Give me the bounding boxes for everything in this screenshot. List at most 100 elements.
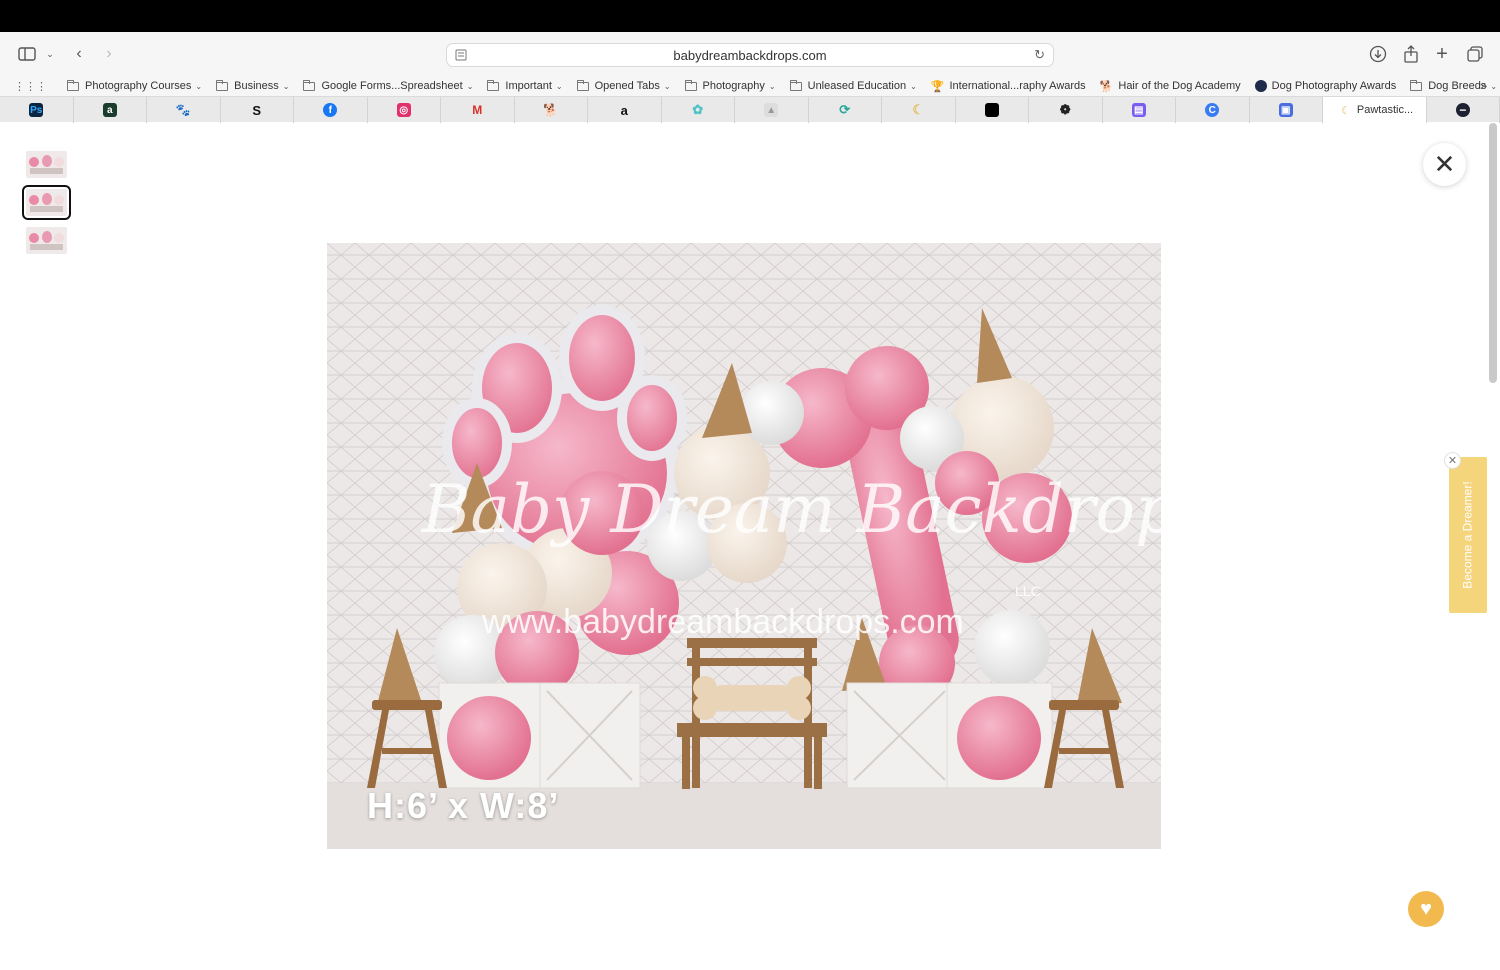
bookmark-unleased-education[interactable]: Unleased Education ⌄ (789, 79, 917, 92)
tab-dog[interactable]: 🐕 (515, 97, 588, 123)
url-text: babydreambackdrops.com (673, 47, 827, 63)
tab-image[interactable]: ▲ (735, 97, 809, 123)
bookmark-photography[interactable]: Photography ⌄ (684, 79, 776, 92)
tab-black-square[interactable] (956, 97, 1029, 123)
bookmark-international-awards[interactable]: 🏆 International...raphy Awards (931, 80, 1086, 93)
s-logo-icon: S (252, 102, 262, 118)
moon-icon: ☾ (912, 102, 925, 117)
instagram-icon: ◎ (396, 103, 411, 117)
tab-label: Pawtastic... (1356, 104, 1414, 116)
thumbnail-2[interactable] (22, 185, 71, 220)
chevron-down-icon: ⌄ (195, 81, 203, 91)
awards-logo-icon (1254, 80, 1267, 92)
forward-icon[interactable]: › (101, 42, 117, 66)
tab-amazon[interactable]: a (588, 97, 662, 123)
bookmark-label: Google Forms...Spreadsheet (321, 80, 463, 92)
apps-grid-icon[interactable]: ⋮⋮⋮ (14, 80, 47, 93)
close-lightbox-button[interactable]: ✕ (1423, 143, 1466, 186)
more-bookmarks-icon[interactable]: » (1480, 78, 1487, 93)
tab-chatgpt[interactable]: ✿ (662, 97, 735, 123)
share-icon[interactable] (1402, 42, 1420, 66)
thumbnail-1[interactable] (26, 151, 67, 178)
back-icon[interactable]: ‹ (71, 42, 87, 66)
tab-pawtastic[interactable]: ☾ Pawtastic... (1323, 97, 1427, 123)
tab-gmail[interactable]: M (441, 97, 515, 123)
bookmark-label: Dog Photography Awards (1271, 80, 1397, 92)
gmail-icon: M (472, 103, 483, 117)
bookmark-label: International...raphy Awards (949, 80, 1086, 92)
bookmark-label: Opened Tabs (594, 80, 660, 92)
chevron-down-icon: ⌄ (910, 81, 917, 91)
new-tab-icon[interactable]: + (1433, 42, 1451, 66)
square-icon (984, 103, 999, 117)
tab-overview-icon[interactable] (1466, 42, 1484, 66)
paw-icon: 🐾 (175, 103, 191, 117)
amazon-icon: a (620, 102, 628, 118)
thumbnail-3[interactable] (26, 227, 67, 254)
bookmark-photography-courses[interactable]: Photography Courses ⌄ (67, 79, 203, 92)
bookmark-label: Business (234, 80, 279, 92)
promo-label: Become a Dreamer! (1461, 481, 1475, 589)
chevron-down-icon: ⌄ (466, 81, 474, 91)
chevron-down-icon[interactable]: ⌄ (44, 42, 56, 66)
bookmark-hair-of-the-dog[interactable]: 🐕 Hair of the Dog Academy (1100, 80, 1241, 93)
lightbox: ✕ Baby Dream Backdrops LLC www.babydream… (0, 123, 1500, 970)
tab-moon[interactable]: ☾ (882, 97, 956, 123)
become-a-dreamer-tab[interactable]: Become a Dreamer! (1449, 457, 1487, 613)
dog-icon: 🐕 (1099, 80, 1114, 93)
tab-minus[interactable]: − (1427, 97, 1500, 123)
folder-icon (789, 79, 802, 91)
top-black-bar (0, 0, 1500, 32)
watermark-url: www.babydreambackdrops.com (482, 603, 964, 641)
promo-close-icon[interactable]: ✕ (1444, 452, 1461, 469)
minus-circle-icon: − (1455, 103, 1470, 117)
chevron-down-icon: ⌄ (1490, 81, 1498, 91)
arrow-icon: ⟳ (839, 102, 851, 117)
tab-calendar[interactable]: ▤ (1103, 97, 1176, 123)
tab-openai[interactable]: ❁ (1029, 97, 1103, 123)
bookmark-google-forms[interactable]: Google Forms...Spreadsheet ⌄ (303, 79, 474, 92)
dog-icon: 🐕 (543, 103, 559, 117)
folder-icon (303, 79, 316, 91)
reload-icon[interactable]: ↻ (1034, 47, 1045, 63)
bookmark-important[interactable]: Important ⌄ (487, 79, 563, 92)
printer-icon: ▣ (1278, 103, 1293, 117)
image-icon: ▲ (764, 103, 779, 117)
tab-printer[interactable]: ▣ (1250, 97, 1323, 123)
chevron-down-icon: ⌄ (663, 81, 671, 91)
browser-toolbar: ⌄ ‹ › babydreambackdrops.com ↻ + (0, 32, 1500, 76)
bookmark-dog-photography-awards[interactable]: Dog Photography Awards (1254, 80, 1397, 92)
bookmarks-bar: ⋮⋮⋮ Photography Courses ⌄ Business ⌄ Googl… (0, 76, 1500, 96)
openai-icon: ❁ (1059, 102, 1071, 117)
bookmark-label: Hair of the Dog Academy (1118, 80, 1241, 92)
tab-s[interactable]: S (221, 97, 294, 123)
tab-a[interactable]: a (74, 97, 147, 123)
bookmark-label: Photography (702, 80, 765, 92)
tab-facebook[interactable]: f (294, 97, 368, 123)
chevron-down-icon: ⌄ (282, 81, 290, 91)
moon-icon: ☾ (1341, 104, 1351, 117)
bookmark-business[interactable]: Business ⌄ (216, 79, 290, 92)
tab-paw[interactable]: 🐾 (147, 97, 221, 123)
calendar-icon: ▤ (1131, 103, 1146, 117)
download-icon[interactable] (1369, 42, 1387, 66)
bookmark-opened-tabs[interactable]: Opened Tabs ⌄ (576, 79, 671, 92)
folder-icon (684, 79, 697, 91)
sidebar-icon[interactable] (18, 42, 36, 66)
size-label: H:6’ x W:8’ (367, 785, 560, 826)
chevron-down-icon: ⌄ (555, 81, 563, 91)
tab-refresh[interactable]: ⟳ (809, 97, 882, 123)
bookmark-label: Dog Breeds (1428, 80, 1487, 92)
address-bar[interactable]: babydreambackdrops.com ↻ (446, 43, 1054, 67)
tab-canva[interactable]: C (1176, 97, 1250, 123)
tab-instagram[interactable]: ◎ (368, 97, 441, 123)
chevron-down-icon: ⌄ (768, 81, 776, 91)
page-icon (455, 49, 467, 61)
scrollbar[interactable] (1489, 123, 1497, 383)
folder-icon (67, 79, 79, 91)
bookmark-label: Unleased Education (807, 80, 907, 92)
tab-photoshop[interactable]: Ps (0, 97, 74, 123)
bookmark-label: Photography Courses (85, 80, 192, 92)
wishlist-heart-button[interactable]: ♥ (1408, 891, 1444, 927)
folder-icon (576, 79, 589, 91)
